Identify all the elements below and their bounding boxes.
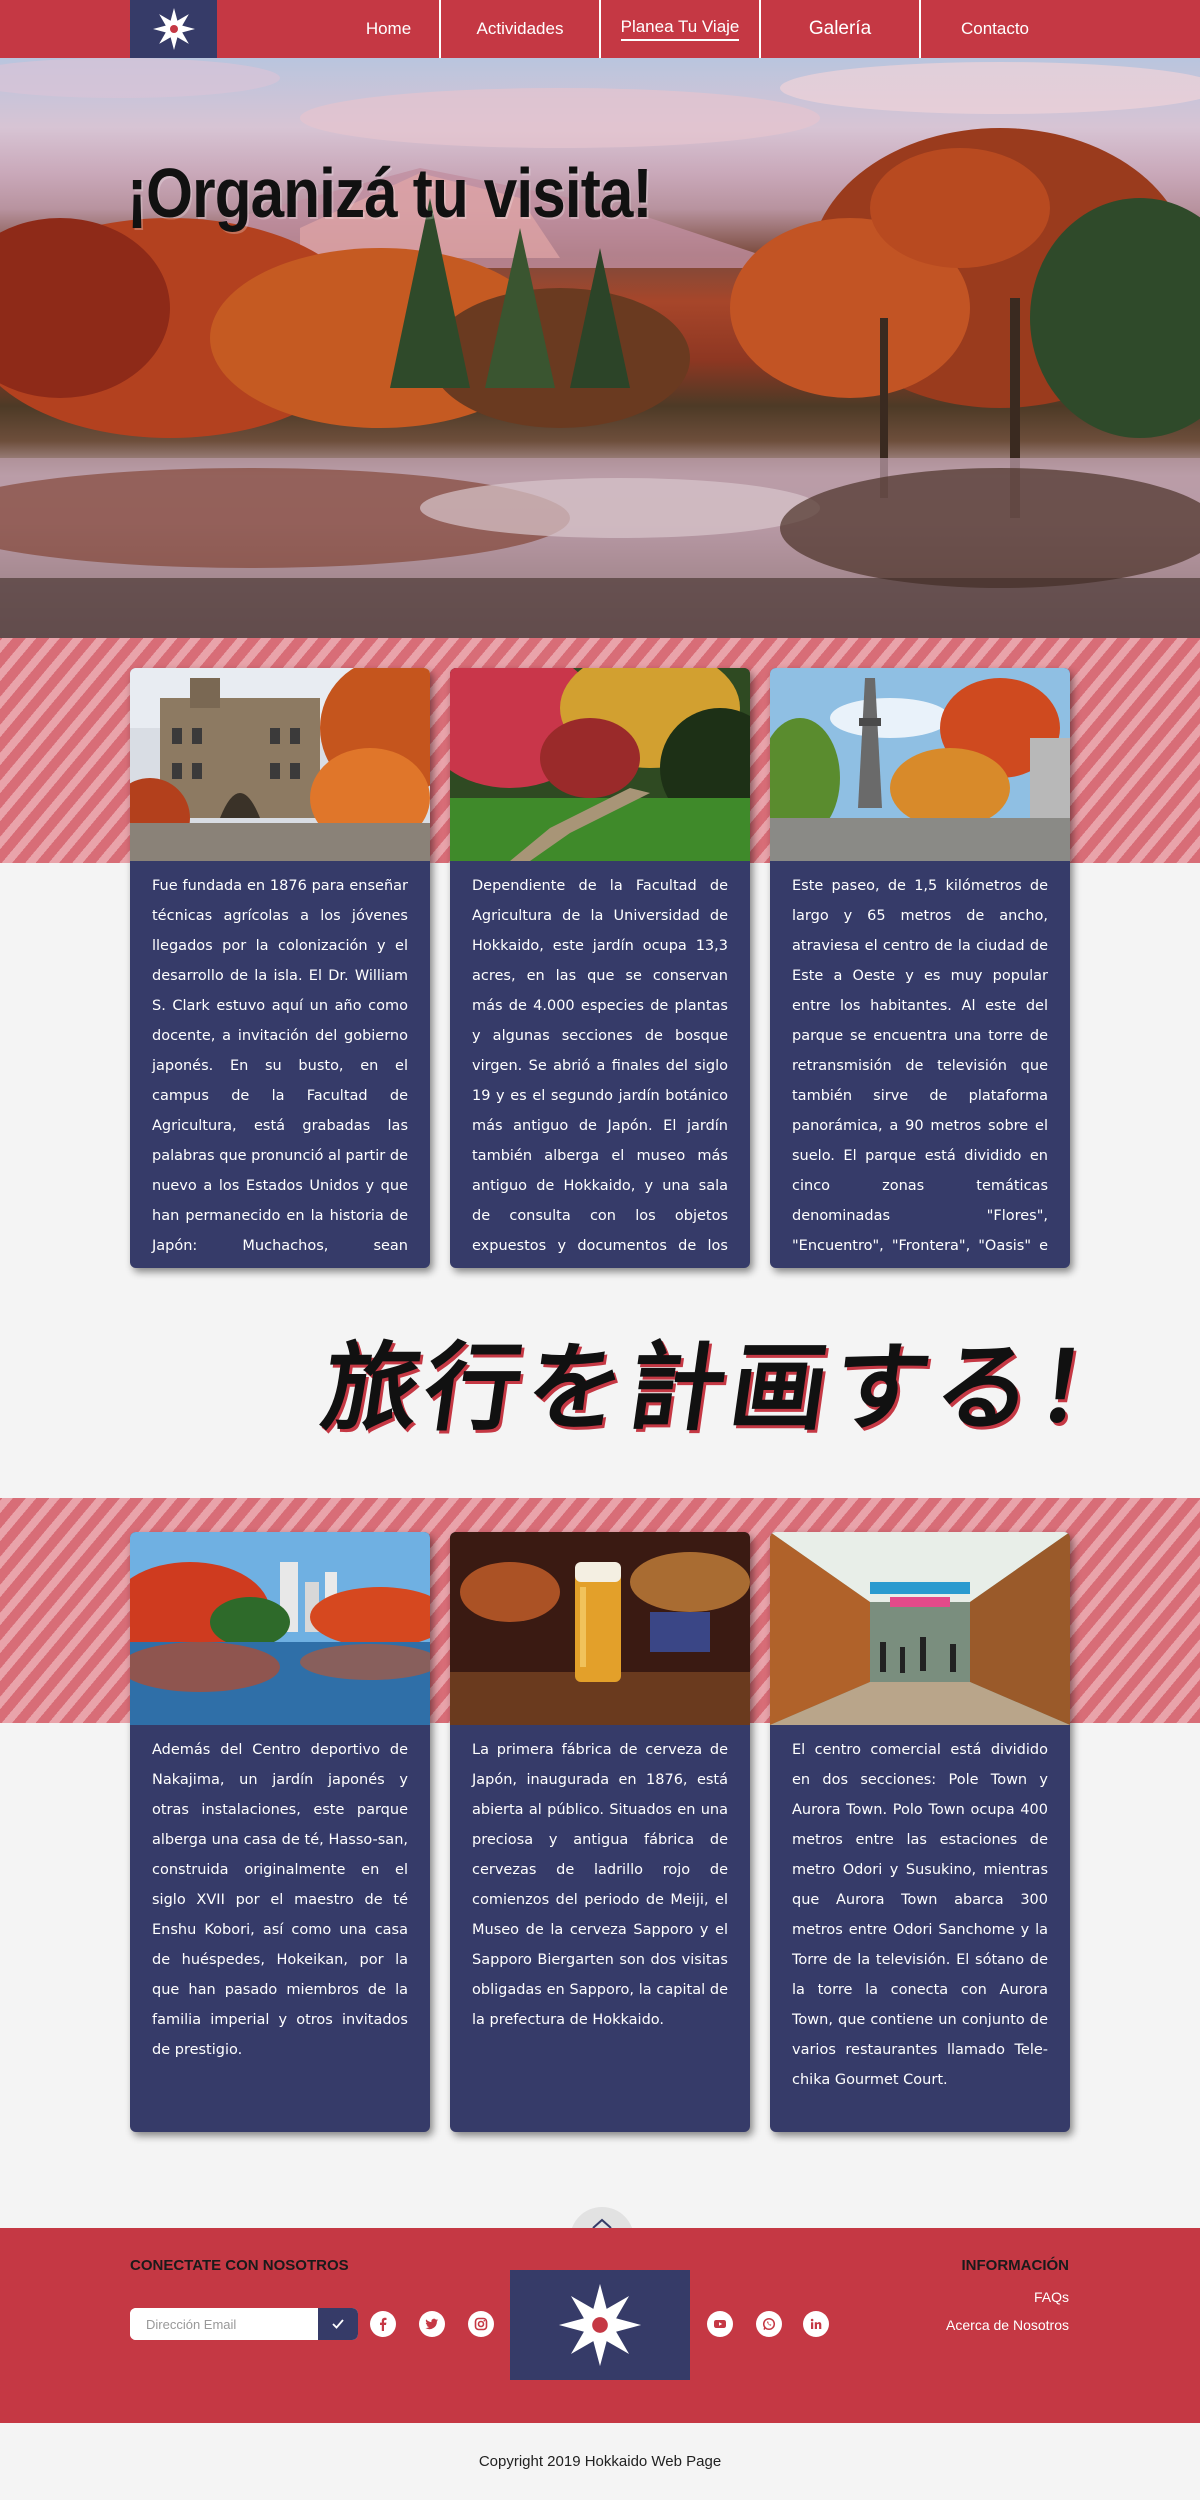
nav-item-label: Planea Tu Viaje <box>620 17 740 41</box>
nav-item-actividades[interactable]: Actividades <box>439 0 599 58</box>
email-submit-button[interactable] <box>318 2308 358 2340</box>
card-text: Este paseo, de 1,5 kilómetros de largo y… <box>792 878 1048 1254</box>
footer: CONECTATE CON NOSOTROS INFORMACIÓN Direc… <box>0 2228 1200 2423</box>
beer-glass-image <box>450 1532 750 1725</box>
faq-link[interactable]: FAQs <box>1034 2289 1069 2305</box>
card-image <box>770 668 1070 861</box>
card-text: Fue fundada en 1876 para enseñar técnica… <box>152 878 408 1254</box>
card-nakajima-park: Además del Centro deportivo de Nakajima,… <box>130 1532 430 2132</box>
odori-park-tv-tower-image <box>770 668 1070 861</box>
card-text: Dependiente de la Facultad de Agricultur… <box>472 878 728 1254</box>
nav-item-planea-tu-viaje[interactable]: Planea Tu Viaje <box>599 0 759 58</box>
whatsapp-icon[interactable] <box>756 2311 782 2337</box>
snowflake-logo-icon <box>152 8 195 50</box>
university-building-image <box>130 668 430 861</box>
footer-logo[interactable] <box>510 2270 690 2380</box>
nakajima-park-image <box>130 1532 430 1725</box>
card-image <box>450 668 750 861</box>
nav-item-home[interactable]: Home <box>338 0 439 58</box>
card-botanical-garden: Dependiente de la Facultad de Agricultur… <box>450 668 750 1268</box>
hero-banner: ¡Organizá tu visita! <box>0 58 1200 638</box>
copyright-text: Copyright 2019 Hokkaido Web Page <box>478 2453 722 2470</box>
instagram-icon[interactable] <box>468 2311 494 2337</box>
card-shopping-center: El centro comercial está dividido en dos… <box>770 1532 1070 2132</box>
nav-item-label: Actividades <box>476 19 564 38</box>
card-odori-park: Este paseo, de 1,5 kilómetros de largo y… <box>770 668 1070 1268</box>
card-image <box>130 1532 430 1725</box>
email-input[interactable] <box>130 2308 320 2340</box>
top-navbar: Home Actividades Planea Tu Viaje Galería… <box>0 0 1200 58</box>
card-image <box>450 1532 750 1725</box>
card-text: El centro comercial está dividido en dos… <box>792 1742 1048 2088</box>
info-title: INFORMACIÓN <box>961 2257 1070 2274</box>
newsletter-form <box>130 2308 358 2340</box>
about-us-link[interactable]: Acerca de Nosotros <box>946 2317 1069 2333</box>
card-image <box>770 1532 1070 1725</box>
nav-item-label: Home <box>365 19 412 38</box>
underground-mall-image <box>770 1532 1070 1725</box>
checkmark-icon <box>332 2319 344 2329</box>
nav-item-contacto[interactable]: Contacto <box>919 0 1069 58</box>
card-image <box>130 668 430 861</box>
copyright: Copyright 2019 Hokkaido Web Page <box>0 2423 1200 2500</box>
autumn-lake-image <box>0 58 1200 638</box>
nav-item-label: Contacto <box>960 19 1030 38</box>
linkedin-icon[interactable] <box>803 2311 829 2337</box>
facebook-icon[interactable] <box>370 2311 396 2337</box>
nav-item-label: Galería <box>808 18 872 39</box>
card-university: Fue fundada en 1876 para enseñar técnica… <box>130 668 430 1268</box>
twitter-icon[interactable] <box>419 2311 445 2337</box>
logo[interactable] <box>130 0 217 58</box>
card-text: La primera fábrica de cerveza de Japón, … <box>472 1742 728 2028</box>
botanical-garden-image <box>450 668 750 861</box>
connect-title: CONECTATE CON NOSOTROS <box>130 2257 349 2274</box>
card-beer-museum: La primera fábrica de cerveza de Japón, … <box>450 1532 750 2132</box>
card-text: Además del Centro deportivo de Nakajima,… <box>152 1742 408 2058</box>
snowflake-logo-icon <box>558 2283 642 2367</box>
japanese-heading: 旅行を計画する！ <box>315 1331 1148 1444</box>
nav-item-galeria[interactable]: Galería <box>759 0 919 58</box>
nav-menu: Home Actividades Planea Tu Viaje Galería… <box>338 0 1069 58</box>
hero-title: ¡Organizá tu visita! <box>127 154 653 232</box>
youtube-icon[interactable] <box>707 2311 733 2337</box>
